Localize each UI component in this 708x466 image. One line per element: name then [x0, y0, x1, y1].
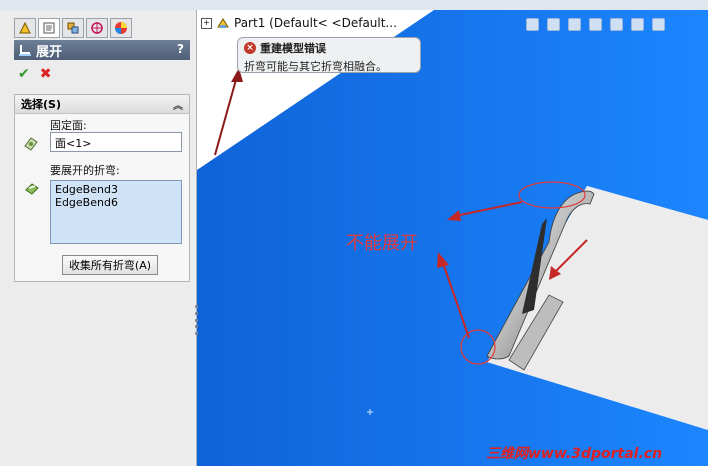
previous-view-icon[interactable]	[568, 18, 581, 31]
property-manager-title: 展开	[36, 44, 63, 60]
collect-all-bends-button[interactable]: 收集所有折弯(A)	[62, 255, 158, 275]
error-icon: ×	[244, 42, 256, 54]
list-item[interactable]: EdgeBend6	[55, 196, 177, 209]
dimxpert-icon	[91, 22, 103, 34]
display-style-icon[interactable]	[631, 18, 644, 31]
unfold-icon	[19, 45, 31, 56]
zoom-to-fit-icon[interactable]	[526, 18, 539, 31]
display-tab[interactable]	[110, 18, 132, 38]
configuration-icon	[67, 22, 79, 34]
part-name: Part1 (Default< <Default...	[234, 16, 397, 30]
fixed-face-field[interactable]: 面<1>	[50, 132, 182, 152]
fixed-face-label: 固定面:	[50, 119, 87, 132]
tooltip-title: 重建模型错误	[260, 42, 326, 55]
rebuild-error-tooltip: × 重建模型错误 折弯可能与其它折弯相融合。	[237, 37, 421, 73]
help-button[interactable]: ?	[177, 42, 184, 56]
feature-tree-tab[interactable]	[14, 18, 36, 38]
view-orientation-icon[interactable]	[610, 18, 623, 31]
configuration-tab[interactable]	[62, 18, 84, 38]
hide-show-icon[interactable]	[652, 18, 665, 31]
part-model-view	[197, 10, 708, 466]
fixed-face-icon	[24, 137, 38, 151]
section-view-icon[interactable]	[589, 18, 602, 31]
property-manager-titlebar: 展开 ?	[14, 40, 190, 60]
ok-cancel-bar: ✔ ✖	[18, 66, 51, 82]
annotation-text: 不能展开	[346, 233, 418, 254]
bend-selection-icon	[25, 183, 39, 195]
tooltip-message: 折弯可能与其它折弯相融合。	[244, 60, 387, 73]
display-manager-icon	[115, 22, 127, 34]
watermark: 三维网www.3dportal.cn	[486, 446, 663, 462]
feature-manager-tabs	[14, 18, 144, 40]
feature-tree-icon	[19, 21, 31, 34]
property-manager-icon	[43, 22, 55, 34]
selection-group-title: 选择(S)	[21, 98, 61, 111]
selection-group-header[interactable]: 选择(S) ︽	[15, 95, 189, 114]
property-manager-tab[interactable]	[38, 18, 60, 38]
collapse-chevron-icon[interactable]: ︽	[173, 97, 183, 112]
part-icon	[217, 18, 229, 28]
bends-list[interactable]: EdgeBend3 EdgeBend6	[50, 180, 182, 244]
panel-splitter[interactable]	[193, 305, 200, 335]
feature-tree-root[interactable]: + Part1 (Default< <Default...	[201, 16, 397, 30]
view-toolbar	[526, 18, 665, 31]
graphics-viewport[interactable]	[197, 10, 708, 466]
ok-button[interactable]: ✔	[18, 66, 30, 82]
bends-label: 要展开的折弯:	[50, 164, 120, 177]
cancel-button[interactable]: ✖	[40, 66, 52, 82]
tree-expand-button[interactable]: +	[201, 17, 212, 29]
list-item[interactable]: EdgeBend3	[55, 183, 177, 196]
zoom-area-icon[interactable]	[547, 18, 560, 31]
dimxpert-tab[interactable]	[86, 18, 108, 38]
